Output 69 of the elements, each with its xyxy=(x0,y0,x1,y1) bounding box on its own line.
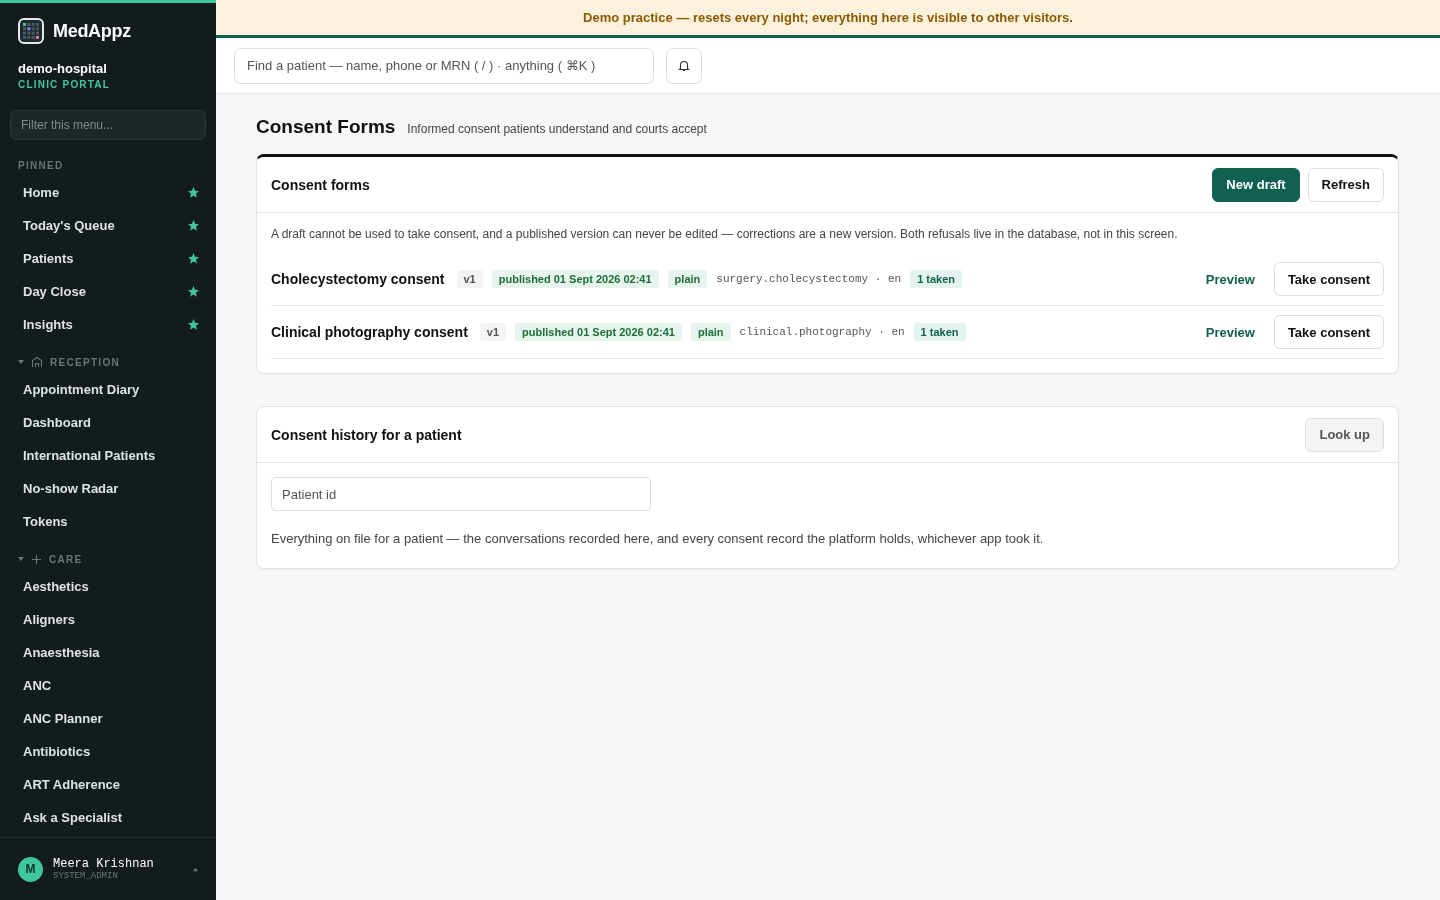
star-icon[interactable] xyxy=(187,219,200,232)
nav-item[interactable]: Home xyxy=(0,176,216,209)
take-consent-button[interactable]: Take consent xyxy=(1273,315,1384,349)
patient-id-field[interactable]: Patient id xyxy=(271,477,651,511)
section-heading: PINNED xyxy=(18,159,64,171)
building-icon xyxy=(31,356,43,368)
star-icon[interactable] xyxy=(187,318,200,331)
taken-count: 1 taken xyxy=(913,323,966,341)
version-tag: v1 xyxy=(479,323,507,341)
refresh-button[interactable]: Refresh xyxy=(1307,167,1384,202)
nav-item[interactable]: Appointment Diary xyxy=(0,373,216,406)
nav-item[interactable]: ART Adherence xyxy=(0,768,216,801)
nav-item[interactable]: Dashboard xyxy=(0,406,216,439)
info-text: A draft cannot be used to take consent, and a published version can never be edited — corrections are a new version. Both refusals live in the database, not in this screen. xyxy=(271,227,1179,241)
user-name: Meera Krishnan xyxy=(53,857,155,871)
preview-link[interactable]: Preview xyxy=(1205,271,1255,287)
status-tag: published 01 Sept 2026 02:41 xyxy=(515,323,682,341)
caret-icon[interactable] xyxy=(18,556,24,562)
form-name: Clinical photography consent xyxy=(271,324,468,340)
portal-label: CLINIC PORTAL xyxy=(17,78,112,90)
version-tag: v1 xyxy=(456,270,483,288)
card-title: Consent forms xyxy=(271,176,370,193)
user-role: SYSTEM_ADMIN xyxy=(53,871,119,881)
caret-icon[interactable] xyxy=(193,866,198,872)
nav-item[interactable]: Ask a Specialist xyxy=(0,801,216,834)
style-tag: plain xyxy=(690,323,731,341)
notifications-button[interactable] xyxy=(666,47,702,84)
nav-item[interactable]: Aesthetics xyxy=(0,570,216,603)
nav-item[interactable]: No-show Radar xyxy=(0,472,216,505)
plus-icon xyxy=(31,553,42,565)
nav-item[interactable]: ANC Planner xyxy=(0,702,216,735)
nav-item[interactable]: Tokens xyxy=(0,505,216,538)
star-icon[interactable] xyxy=(187,285,200,298)
organization-name: demo-hospital xyxy=(17,60,108,76)
section-heading: CARE xyxy=(49,553,83,565)
avatar: M xyxy=(18,856,43,882)
preview-link[interactable]: Preview xyxy=(1205,324,1255,340)
filter-field[interactable]: Filter this menu... xyxy=(10,110,206,140)
page-title: Consent Forms xyxy=(256,116,396,138)
style-tag: plain xyxy=(667,270,708,288)
status-tag: published 01 Sept 2026 02:41 xyxy=(491,270,659,288)
nav-item[interactable]: Patients xyxy=(0,242,216,275)
new-draft-button[interactable]: New draft xyxy=(1212,167,1300,202)
take-consent-button[interactable]: Take consent xyxy=(1273,262,1384,296)
nav-item[interactable]: International Patients xyxy=(0,439,216,472)
star-icon[interactable] xyxy=(187,252,200,265)
section-heading: RECEPTION xyxy=(50,356,121,368)
nav-item[interactable]: Insights xyxy=(0,308,216,341)
card-title: Consent history for a patient xyxy=(271,426,462,443)
help-text: Everything on file for a patient — the conversations recorded here, and every consent record the platform holds, whichever app took it. xyxy=(271,531,1045,546)
form-name: Cholecystectomy consent xyxy=(271,271,445,287)
logo-icon xyxy=(18,18,44,44)
taken-count: 1 taken xyxy=(910,270,963,288)
caret-icon[interactable] xyxy=(18,359,24,365)
nav-item[interactable]: Antibiotics xyxy=(0,735,216,768)
search-field[interactable]: Find a patient — name, phone or MRN ( / ) · anything ( ⌘K ) xyxy=(234,47,654,84)
bell-icon xyxy=(678,59,690,72)
nav-item[interactable]: ANC xyxy=(0,669,216,702)
user-panel[interactable]: M Meera Krishnan SYSTEM_ADMIN xyxy=(0,837,216,900)
nav-item[interactable]: Anaesthesia xyxy=(0,636,216,669)
form-code: surgery.cholecystectomy · en xyxy=(716,273,902,285)
nav-item[interactable]: Today's Queue xyxy=(0,209,216,242)
form-code: clinical.photography · en xyxy=(739,326,905,338)
star-icon[interactable] xyxy=(187,186,200,199)
nav-item[interactable]: Day Close xyxy=(0,275,216,308)
app-name: MedAppz xyxy=(53,20,131,42)
nav-item[interactable]: Aligners xyxy=(0,603,216,636)
page-subtitle: Informed consent patients understand and courts accept xyxy=(407,122,707,136)
banner-text: Demo practice — resets every night; everything here is visible to other visitors. xyxy=(583,10,1073,25)
